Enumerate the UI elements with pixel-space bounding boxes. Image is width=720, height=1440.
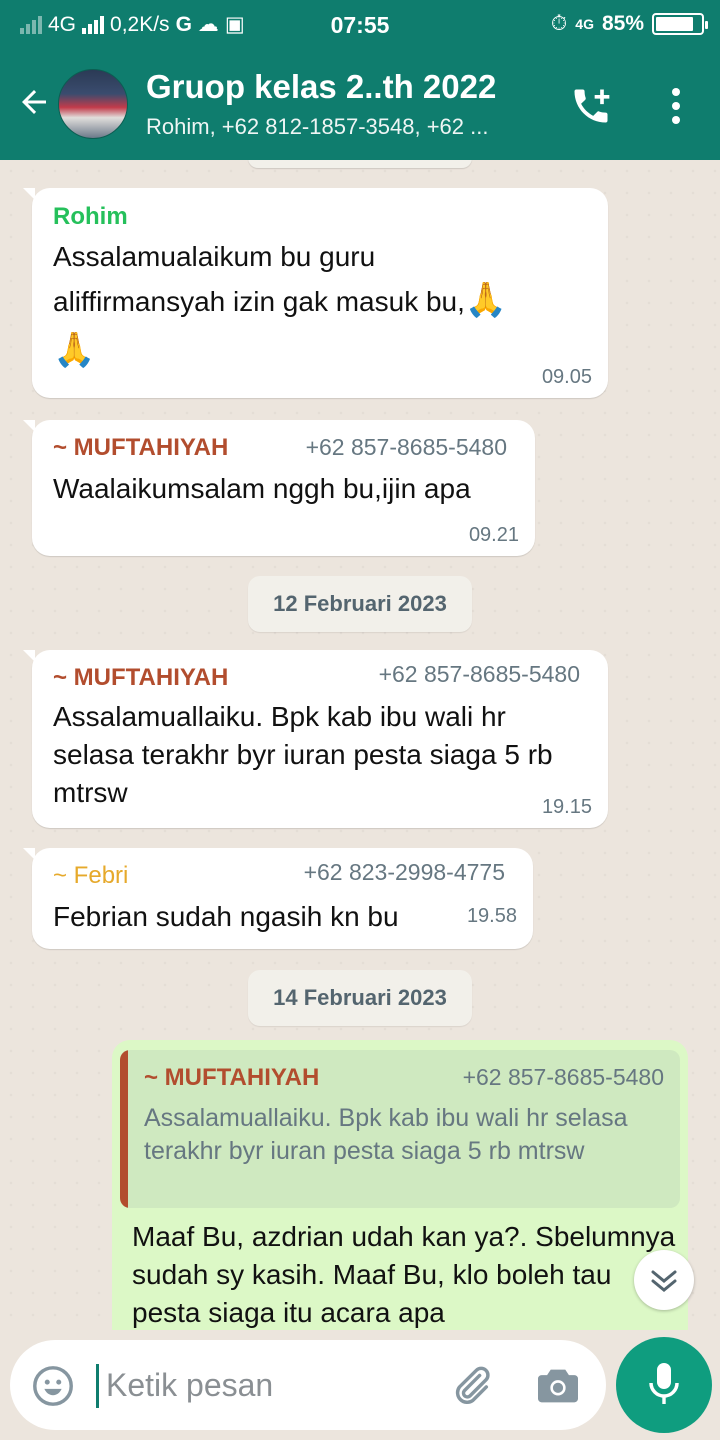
add-call-icon[interactable] <box>568 84 614 128</box>
group-avatar[interactable] <box>58 69 128 139</box>
pray-emoji-icon: 🙏 <box>53 331 96 369</box>
sender-phone: +62 857-8685-5480 <box>305 434 507 460</box>
quoted-text: Assalamuallaiku. Bpk kab ibu wali hr sel… <box>144 1104 628 1165</box>
chevron-down-icon <box>651 1270 677 1292</box>
previous-item-edge <box>248 160 472 168</box>
message-time: 19.58 <box>466 905 517 927</box>
message-time: 19.15 <box>541 796 592 818</box>
sender-name[interactable]: ~ MUFTAHIYAH <box>53 434 228 462</box>
quoted-phone: +62 857-8685-5480 <box>462 1064 664 1090</box>
message-text: Waalaikumsalam nggh bu,ijin apa <box>53 473 471 504</box>
quote-accent-bar <box>120 1050 128 1208</box>
message-line: Assalamualaikum bu guru <box>53 241 376 272</box>
more-vertical-icon[interactable] <box>664 84 688 128</box>
message-time: 09.21 <box>468 524 519 546</box>
message-bubble[interactable]: ~ MUFTAHIYAH +62 857-8685-5480 Assalamua… <box>23 650 608 828</box>
voice-record-button[interactable] <box>616 1337 712 1433</box>
chat-area[interactable]: Rohim Assalamualaikum bu guru aliffirman… <box>0 160 720 1330</box>
message-bubble[interactable]: ~ MUFTAHIYAH +62 857-8685-5480 Waalaikum… <box>23 420 535 556</box>
date-chip: 12 Februari 2023 <box>248 576 472 632</box>
chat-header: Gruop kelas 2..th 2022 Rohim, +62 812-18… <box>0 50 720 160</box>
quoted-message[interactable]: ~ MUFTAHIYAH +62 857-8685-5480 Assalamua… <box>120 1050 680 1208</box>
camera-icon[interactable] <box>536 1366 580 1406</box>
battery-percent: 85% <box>601 12 644 35</box>
network-right-label: 4G <box>575 16 594 32</box>
status-right: ⏱ 4G 85% <box>550 12 708 36</box>
sender-phone: +62 857-8685-5480 <box>378 661 580 687</box>
pray-emoji-icon: 🙏 <box>464 281 508 319</box>
message-input[interactable]: Ketik pesan <box>106 1367 273 1404</box>
attach-icon[interactable] <box>448 1363 494 1409</box>
date-chip: 14 Februari 2023 <box>248 970 472 1026</box>
outgoing-text: Maaf Bu, azdrian udah kan ya?. Sbelumnya… <box>132 1221 676 1328</box>
sender-name[interactable]: ~ Febri <box>53 862 128 890</box>
message-text: Assalamuallaiku. Bpk kab ibu wali hr sel… <box>53 701 553 808</box>
mic-icon <box>649 1363 679 1404</box>
text-caret <box>96 1364 99 1408</box>
message-composer[interactable]: Ketik pesan <box>10 1340 606 1430</box>
sender-name[interactable]: ~ MUFTAHIYAH <box>53 664 228 692</box>
message-line: aliffirmansyah izin gak masuk bu, <box>53 286 465 317</box>
group-title[interactable]: Gruop kelas 2..th 2022 <box>146 68 496 106</box>
message-bubble[interactable]: Rohim Assalamualaikum bu guru aliffirman… <box>23 188 608 398</box>
message-text: Febrian sudah ngasih kn bu <box>53 901 399 932</box>
back-arrow-icon[interactable] <box>16 84 52 120</box>
alarm-icon: ⏱ <box>550 12 568 35</box>
scroll-to-bottom-button[interactable] <box>634 1250 694 1310</box>
sender-name[interactable]: Rohim <box>53 203 128 231</box>
message-bubble[interactable]: ~ Febri +62 823-2998-4775 Febrian sudah … <box>23 848 533 949</box>
status-bar: 4G 0,2K/s G ☁ ▣ 07:55 ⏱ 4G 85% <box>0 0 720 50</box>
sender-phone: +62 823-2998-4775 <box>303 859 505 885</box>
message-text: Assalamualaikum bu guru aliffirmansyah i… <box>53 238 593 371</box>
battery-icon <box>652 13 708 35</box>
message-line-with-emoji: aliffirmansyah izin gak masuk bu,🙏 <box>53 281 593 321</box>
outgoing-message-bubble[interactable]: ~ MUFTAHIYAH +62 857-8685-5480 Assalamua… <box>112 1040 688 1330</box>
group-members[interactable]: Rohim, +62 812-1857-3548, +62 ... <box>146 114 546 140</box>
quoted-sender: ~ MUFTAHIYAH <box>144 1064 320 1091</box>
message-time: 09.05 <box>541 366 592 388</box>
emoji-icon[interactable] <box>30 1363 76 1409</box>
